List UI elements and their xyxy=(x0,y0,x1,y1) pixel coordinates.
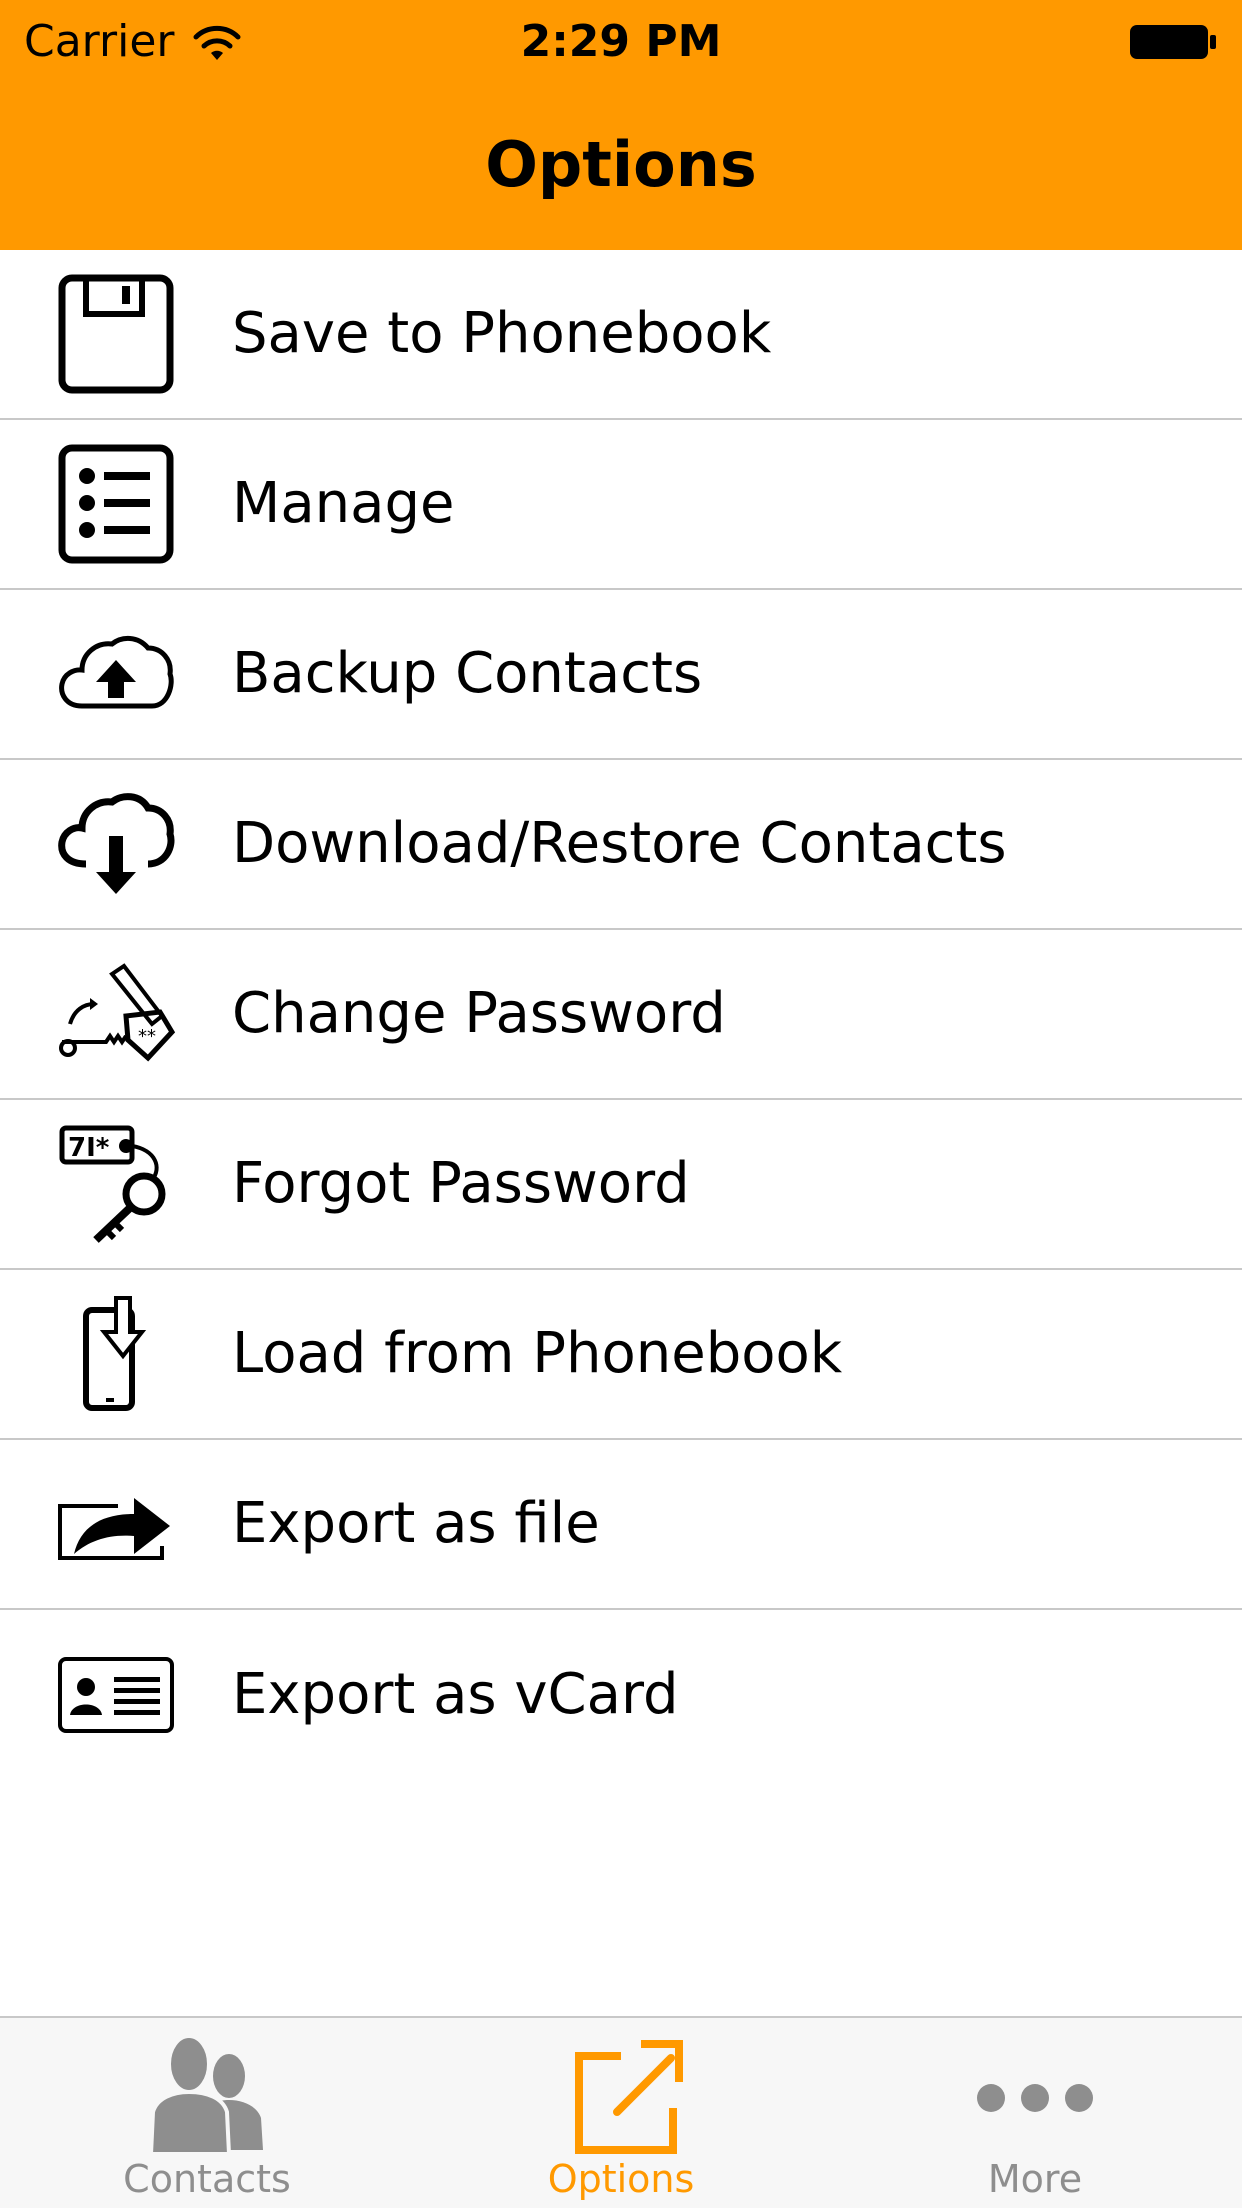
tab-bar: Contacts Options More xyxy=(0,2016,1242,2208)
status-bar: Carrier 2:29 PM xyxy=(0,0,1242,84)
status-time: 2:29 PM xyxy=(520,16,722,67)
option-label: Forgot Password xyxy=(232,1151,690,1216)
option-backup-contacts[interactable]: Backup Contacts xyxy=(0,590,1242,760)
export-share-icon xyxy=(56,1464,176,1584)
option-label: Manage xyxy=(232,471,455,536)
option-change-password[interactable]: ** Change Password xyxy=(0,930,1242,1100)
change-password-key-icon: ** xyxy=(56,954,176,1074)
cloud-download-icon xyxy=(56,784,176,904)
options-icon xyxy=(551,2030,691,2160)
option-export-as-vcard[interactable]: Export as vCard xyxy=(0,1610,1242,1780)
option-label: Change Password xyxy=(232,981,726,1046)
options-list: Save to Phonebook Manage Backup Contacts xyxy=(0,250,1242,1780)
option-label: Export as file xyxy=(232,1491,600,1556)
page-title: Options xyxy=(485,128,757,201)
tab-options[interactable]: Options xyxy=(414,2018,828,2208)
vcard-icon xyxy=(56,1635,176,1755)
contacts-icon xyxy=(137,2030,277,2160)
option-export-as-file[interactable]: Export as file xyxy=(0,1440,1242,1610)
phone-download-icon xyxy=(56,1294,176,1414)
svg-text:7I*: 7I* xyxy=(68,1133,110,1163)
option-manage[interactable]: Manage xyxy=(0,420,1242,590)
forgot-password-key-icon: 7I* xyxy=(56,1124,176,1244)
nav-header: Carrier 2:29 PM Options xyxy=(0,0,1242,250)
svg-text:**: ** xyxy=(138,1026,156,1047)
tab-label: Options xyxy=(547,2157,695,2201)
option-label: Export as vCard xyxy=(232,1662,679,1727)
option-label: Load from Phonebook xyxy=(232,1321,843,1386)
list-icon xyxy=(56,444,176,564)
battery-icon xyxy=(1128,22,1218,62)
option-forgot-password[interactable]: 7I* Forgot Password xyxy=(0,1100,1242,1270)
floppy-disk-icon xyxy=(56,274,176,394)
tab-label: Contacts xyxy=(123,2157,291,2201)
cloud-upload-icon xyxy=(56,614,176,734)
option-label: Download/Restore Contacts xyxy=(232,811,1007,876)
option-label: Save to Phonebook xyxy=(232,301,772,366)
option-save-to-phonebook[interactable]: Save to Phonebook xyxy=(0,250,1242,420)
option-label: Backup Contacts xyxy=(232,641,703,706)
option-download-restore-contacts[interactable]: Download/Restore Contacts xyxy=(0,760,1242,930)
tab-contacts[interactable]: Contacts xyxy=(0,2018,414,2208)
tab-more[interactable]: More xyxy=(828,2018,1242,2208)
more-dots-icon xyxy=(965,2030,1105,2160)
option-load-from-phonebook[interactable]: Load from Phonebook xyxy=(0,1270,1242,1440)
tab-label: More xyxy=(987,2157,1083,2201)
